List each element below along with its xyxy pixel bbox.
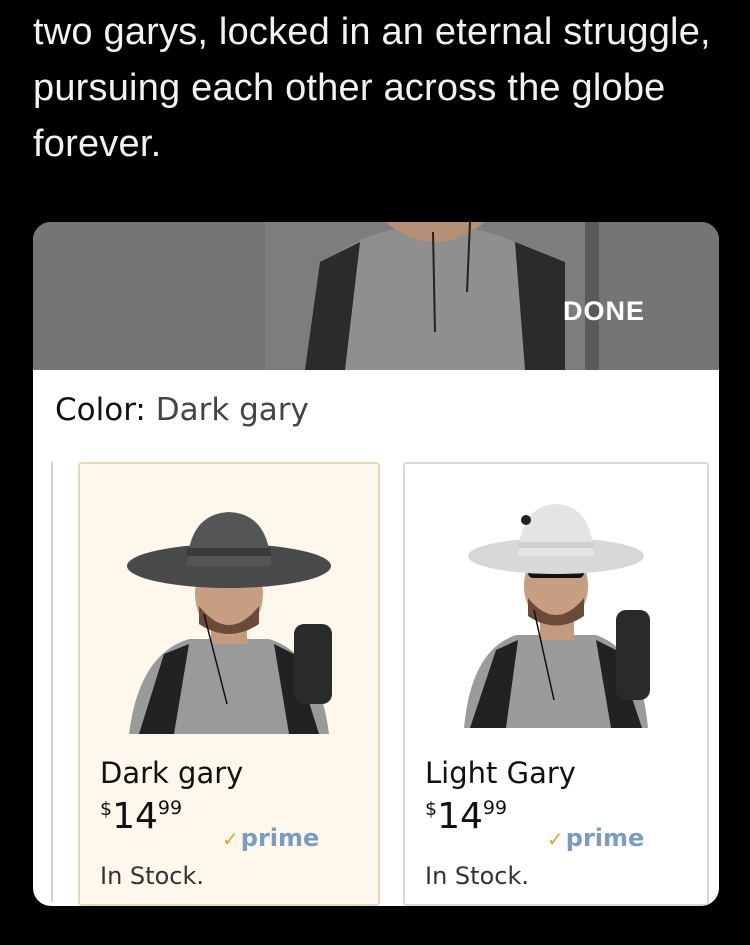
stock-status: In Stock. [100,862,204,890]
prime-label: prime [240,824,320,852]
price-currency: $ [100,798,113,820]
option-price: $1499 [425,796,507,837]
prime-label: prime [565,824,645,852]
option-name: Light Gary [425,756,576,790]
product-preview-photo [265,222,599,370]
variation-picker-sheet: DONE Color: Dark gary Dark gary $1499 ✓p… [33,222,719,906]
light-hat-product-image [456,490,656,728]
price-cents: 99 [482,797,508,819]
dark-hat-product-image [119,504,339,734]
prime-badge: ✓prime [547,824,644,852]
price-whole: 14 [437,796,483,837]
price-whole: 14 [112,796,158,837]
color-option-light-gary[interactable]: Light Gary $1499 ✓prime In Stock. [403,462,709,906]
color-label: Color: [55,392,146,428]
stock-status: In Stock. [425,862,529,890]
price-currency: $ [425,798,438,820]
meme-caption: two garys, locked in an eternal struggle… [33,11,711,165]
previous-option-card-edge[interactable] [33,462,53,902]
prime-check-icon: ✓ [222,827,239,851]
color-selection-label: Color: Dark gary [55,392,309,428]
color-option-dark-gary[interactable]: Dark gary $1499 ✓prime In Stock. [78,462,380,906]
color-value: Dark gary [155,392,309,428]
prime-badge: ✓prime [222,824,319,852]
done-button[interactable]: DONE [563,296,645,327]
product-preview-header: DONE [33,222,719,370]
option-price: $1499 [100,796,182,837]
price-cents: 99 [157,797,183,819]
prime-check-icon: ✓ [547,827,564,851]
option-name: Dark gary [100,756,244,790]
